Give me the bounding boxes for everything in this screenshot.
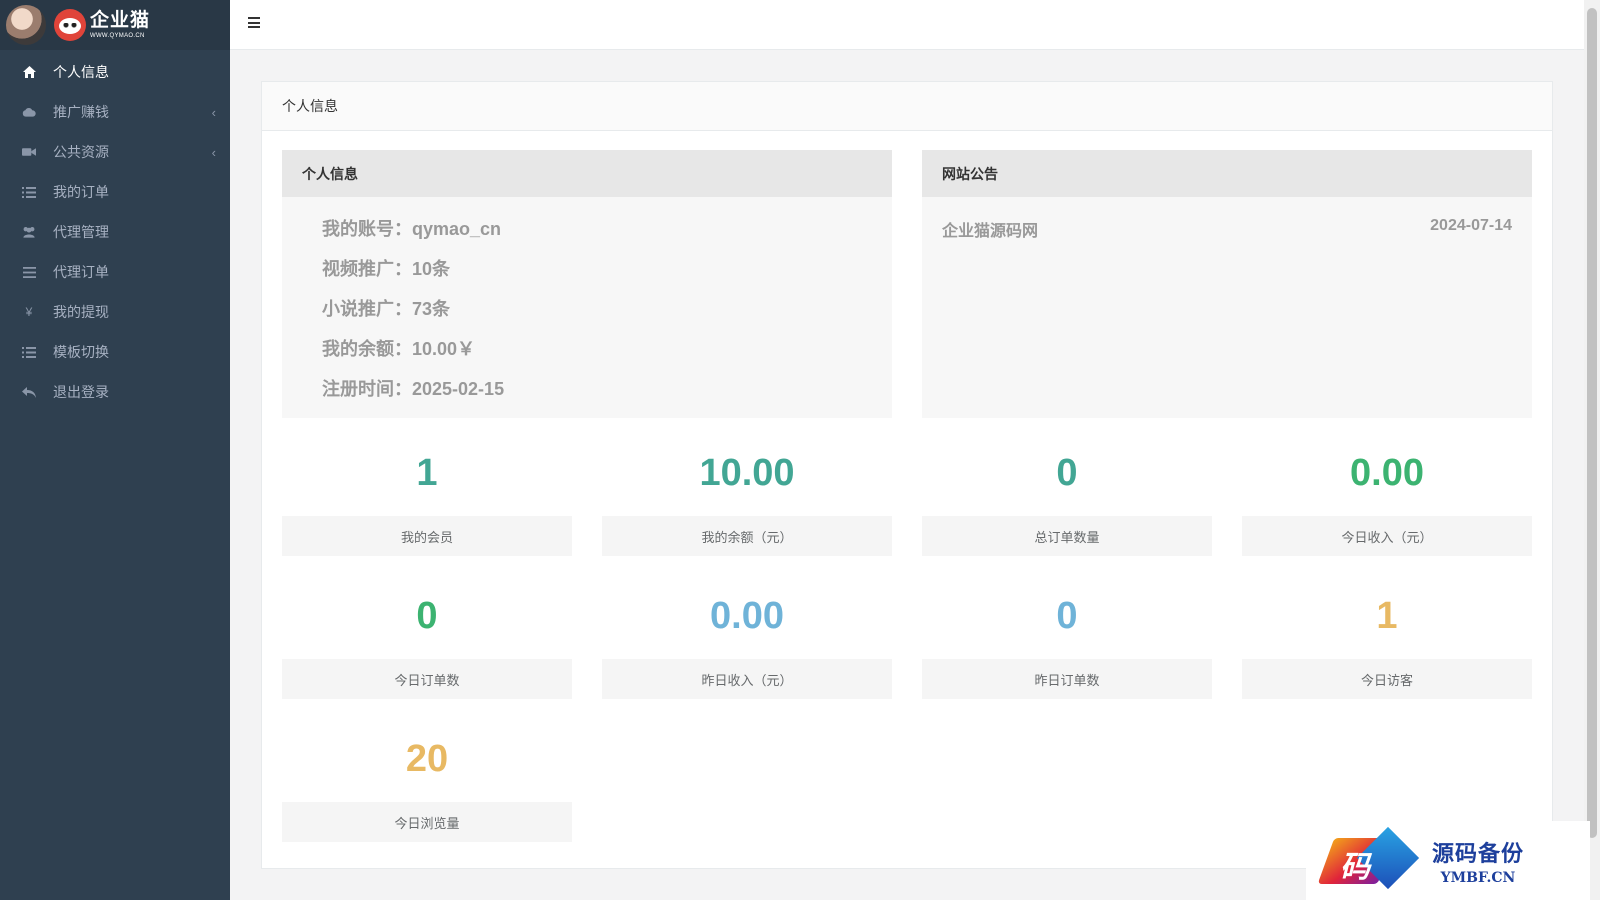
sidebar-menu: 个人信息 推广赚钱 ‹ 公共资源 ‹ 我的订单 代理管理 代理订单 ¥ 我的提现… <box>0 52 230 412</box>
stat-value: 1 <box>1376 594 1398 637</box>
stat-yesterday-income: 0.00 昨日收入（元） <box>602 581 892 699</box>
cloud-icon <box>22 105 36 119</box>
stat-label: 今日订单数 <box>282 659 572 699</box>
sidebar-item-promote[interactable]: 推广赚钱 ‹ <box>0 92 230 132</box>
users-icon <box>22 225 36 239</box>
stat-value: 0 <box>1056 594 1078 637</box>
stat-balance: 10.00 我的余额（元） <box>602 438 892 556</box>
topbar <box>230 0 1584 50</box>
stat-label: 我的会员 <box>282 516 572 556</box>
reply-icon <box>22 385 36 399</box>
profile-row-video: 视频推广：10条 <box>322 259 451 279</box>
profile-card: 个人信息 我的账号：qymao_cn 视频推广：10条 小说推广：73条 我的余… <box>282 150 892 418</box>
stat-label: 昨日收入（元） <box>602 659 892 699</box>
profile-row-novel: 小说推广：73条 <box>322 299 451 319</box>
sidebar-item-label: 代理订单 <box>53 264 109 280</box>
stat-yesterday-orders: 0 昨日订单数 <box>922 581 1212 699</box>
watermark-logo: 码 源码备份 YMBF.CN <box>1306 821 1590 900</box>
sidebar-item-label: 模板切换 <box>53 344 109 360</box>
stat-value: 0 <box>416 594 438 637</box>
bars-icon <box>22 265 36 279</box>
stat-members: 1 我的会员 <box>282 438 572 556</box>
brand-name: 企业猫 <box>90 10 151 31</box>
panel-title: 个人信息 <box>262 82 1552 131</box>
sidebar-item-label: 推广赚钱 <box>53 104 109 120</box>
logo-bar: 企业猫 WWW.QYMAO.CN <box>0 0 230 50</box>
watermark-domain: YMBF.CN <box>1440 869 1516 886</box>
watermark-glyph: 码 <box>1340 849 1370 885</box>
scrollbar-thumb[interactable] <box>1587 8 1597 838</box>
stat-label: 昨日订单数 <box>922 659 1212 699</box>
stat-value: 0.00 <box>710 594 784 637</box>
watermark-text: 源码备份 YMBF.CN <box>1432 836 1524 886</box>
sidebar-item-label: 个人信息 <box>53 64 109 80</box>
sidebar-item-logout[interactable]: 退出登录 <box>0 372 230 412</box>
video-camera-icon <box>22 145 36 159</box>
list-icon <box>22 185 36 199</box>
list-icon <box>22 345 36 359</box>
profile-info-list: 我的账号：qymao_cn 视频推广：10条 小说推广：73条 我的余额：10.… <box>282 197 892 409</box>
profile-row-balance: 我的余额：10.00￥ <box>322 339 476 359</box>
menu-toggle-icon[interactable] <box>248 17 260 28</box>
notice-date: 2024-07-14 <box>1430 217 1512 234</box>
sidebar-item-agents[interactable]: 代理管理 <box>0 212 230 252</box>
stat-value: 0 <box>1056 451 1078 494</box>
sidebar-item-orders[interactable]: 我的订单 <box>0 172 230 212</box>
main-panel: 个人信息 个人信息 我的账号：qymao_cn 视频推广：10条 小说推广：73… <box>261 81 1553 869</box>
yen-icon: ¥ <box>25 305 33 319</box>
stat-label: 我的余额（元） <box>602 516 892 556</box>
sidebar: 企业猫 WWW.QYMAO.CN 个人信息 推广赚钱 ‹ 公共资源 ‹ 我的订单… <box>0 0 230 900</box>
brand-domain: WWW.QYMAO.CN <box>90 33 145 39</box>
sidebar-item-label: 公共资源 <box>53 144 109 160</box>
profile-card-title: 个人信息 <box>282 150 892 197</box>
watermark-name: 源码备份 <box>1432 840 1525 867</box>
brand-logo[interactable]: 企业猫 WWW.QYMAO.CN <box>90 11 150 39</box>
profile-row-register: 注册时间：2025-02-15 <box>322 379 505 399</box>
watermark-mark-icon: 码 <box>1317 826 1428 896</box>
chevron-left-icon: ‹ <box>211 144 216 160</box>
stat-value: 20 <box>405 737 449 780</box>
notice-text: 企业猫源码网 <box>942 223 1039 240</box>
stat-label: 今日收入（元） <box>1242 516 1532 556</box>
notice-card: 网站公告 企业猫源码网 2024-07-14 <box>922 150 1532 418</box>
stat-today-orders: 0 今日订单数 <box>282 581 572 699</box>
sidebar-item-label: 我的订单 <box>53 184 109 200</box>
stat-value: 0.00 <box>1350 451 1424 494</box>
stat-value: 10.00 <box>699 451 795 494</box>
page-scrollbar[interactable] <box>1584 0 1600 900</box>
sidebar-item-label: 我的提现 <box>53 304 109 320</box>
sidebar-item-profile[interactable]: 个人信息 <box>0 52 230 92</box>
avatar[interactable] <box>6 5 46 45</box>
stat-label: 今日访客 <box>1242 659 1532 699</box>
cat-logo-icon <box>54 9 86 41</box>
stat-today-income: 0.00 今日收入（元） <box>1242 438 1532 556</box>
notice-item[interactable]: 企业猫源码网 2024-07-14 <box>922 197 1532 241</box>
sidebar-item-label: 代理管理 <box>53 224 109 240</box>
sidebar-item-withdraw[interactable]: ¥ 我的提现 <box>0 292 230 332</box>
sidebar-item-agent-orders[interactable]: 代理订单 <box>0 252 230 292</box>
chevron-left-icon: ‹ <box>211 104 216 120</box>
stat-value: 1 <box>416 451 438 494</box>
sidebar-item-resources[interactable]: 公共资源 ‹ <box>0 132 230 172</box>
notice-card-title: 网站公告 <box>922 150 1532 197</box>
stat-total-orders: 0 总订单数量 <box>922 438 1212 556</box>
sidebar-item-template[interactable]: 模板切换 <box>0 332 230 372</box>
stat-today-visitors: 1 今日访客 <box>1242 581 1532 699</box>
stat-label: 总订单数量 <box>922 516 1212 556</box>
stat-label: 今日浏览量 <box>282 802 572 842</box>
home-icon <box>22 65 36 79</box>
sidebar-item-label: 退出登录 <box>53 384 109 400</box>
stat-today-pageviews: 20 今日浏览量 <box>282 724 572 842</box>
profile-row-account: 我的账号：qymao_cn <box>322 219 502 239</box>
